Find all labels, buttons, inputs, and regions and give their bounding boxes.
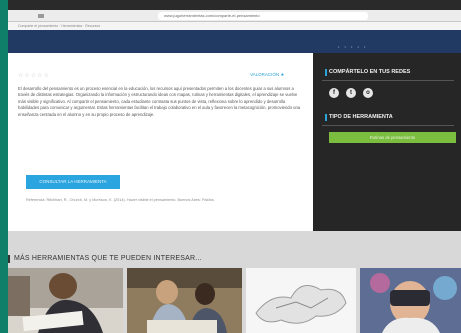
students-library-image xyxy=(127,268,242,333)
reference-text: Referencia: Ritchhart, R., Church, M. y … xyxy=(26,198,215,202)
type-heading: TIPO DE HERRAMIENTA xyxy=(329,114,393,120)
tool-thumbnail-1[interactable] xyxy=(8,268,123,333)
rate-link[interactable]: VALORACIÓN ★ xyxy=(250,72,284,78)
browser-toolbar: www.jugoherramientas.com/comparte-el-pen… xyxy=(8,10,461,22)
twitter-icon[interactable]: t xyxy=(346,88,356,98)
more-heading-marker xyxy=(8,255,10,263)
top-bar xyxy=(8,0,461,10)
article-paragraph: El desarrollo del pensamiento es un proc… xyxy=(18,86,301,117)
share-heading: COMPÁRTELO EN TUS REDES xyxy=(329,69,411,75)
share-heading-marker xyxy=(325,69,327,76)
vr-headset-image xyxy=(360,268,461,333)
bookmarks-bar[interactable]: Comparte el pensamiento · Herramientas ·… xyxy=(8,22,461,30)
sidebar-divider xyxy=(322,80,454,81)
tool-type-button[interactable]: Rutinas de pensamiento xyxy=(329,132,456,143)
sidebar-divider xyxy=(322,125,454,126)
type-heading-marker xyxy=(325,114,327,121)
site-nav-band xyxy=(8,30,461,53)
concept-map-image xyxy=(246,268,356,333)
facebook-icon[interactable]: f xyxy=(329,88,339,98)
rating-stars[interactable]: ☆☆☆☆☆ xyxy=(18,72,50,79)
consult-tool-button[interactable]: CONSULTAR LA HERRAMIENTA xyxy=(26,175,120,189)
window-edge xyxy=(0,0,8,333)
tool-thumbnail-4[interactable] xyxy=(360,268,461,333)
link-icon[interactable]: o xyxy=(363,88,373,98)
tool-thumbnail-2[interactable] xyxy=(127,268,242,333)
nav-dots: • • • • • xyxy=(338,44,368,49)
tool-thumbnail-3[interactable] xyxy=(246,268,356,333)
more-tools-heading: MÁS HERRAMIENTAS QUE TE PUEDEN INTERESAR… xyxy=(14,255,202,262)
tab-icon[interactable] xyxy=(38,14,44,18)
students-writing-image xyxy=(8,268,123,333)
address-bar[interactable]: www.jugoherramientas.com/comparte-el-pen… xyxy=(158,12,368,20)
